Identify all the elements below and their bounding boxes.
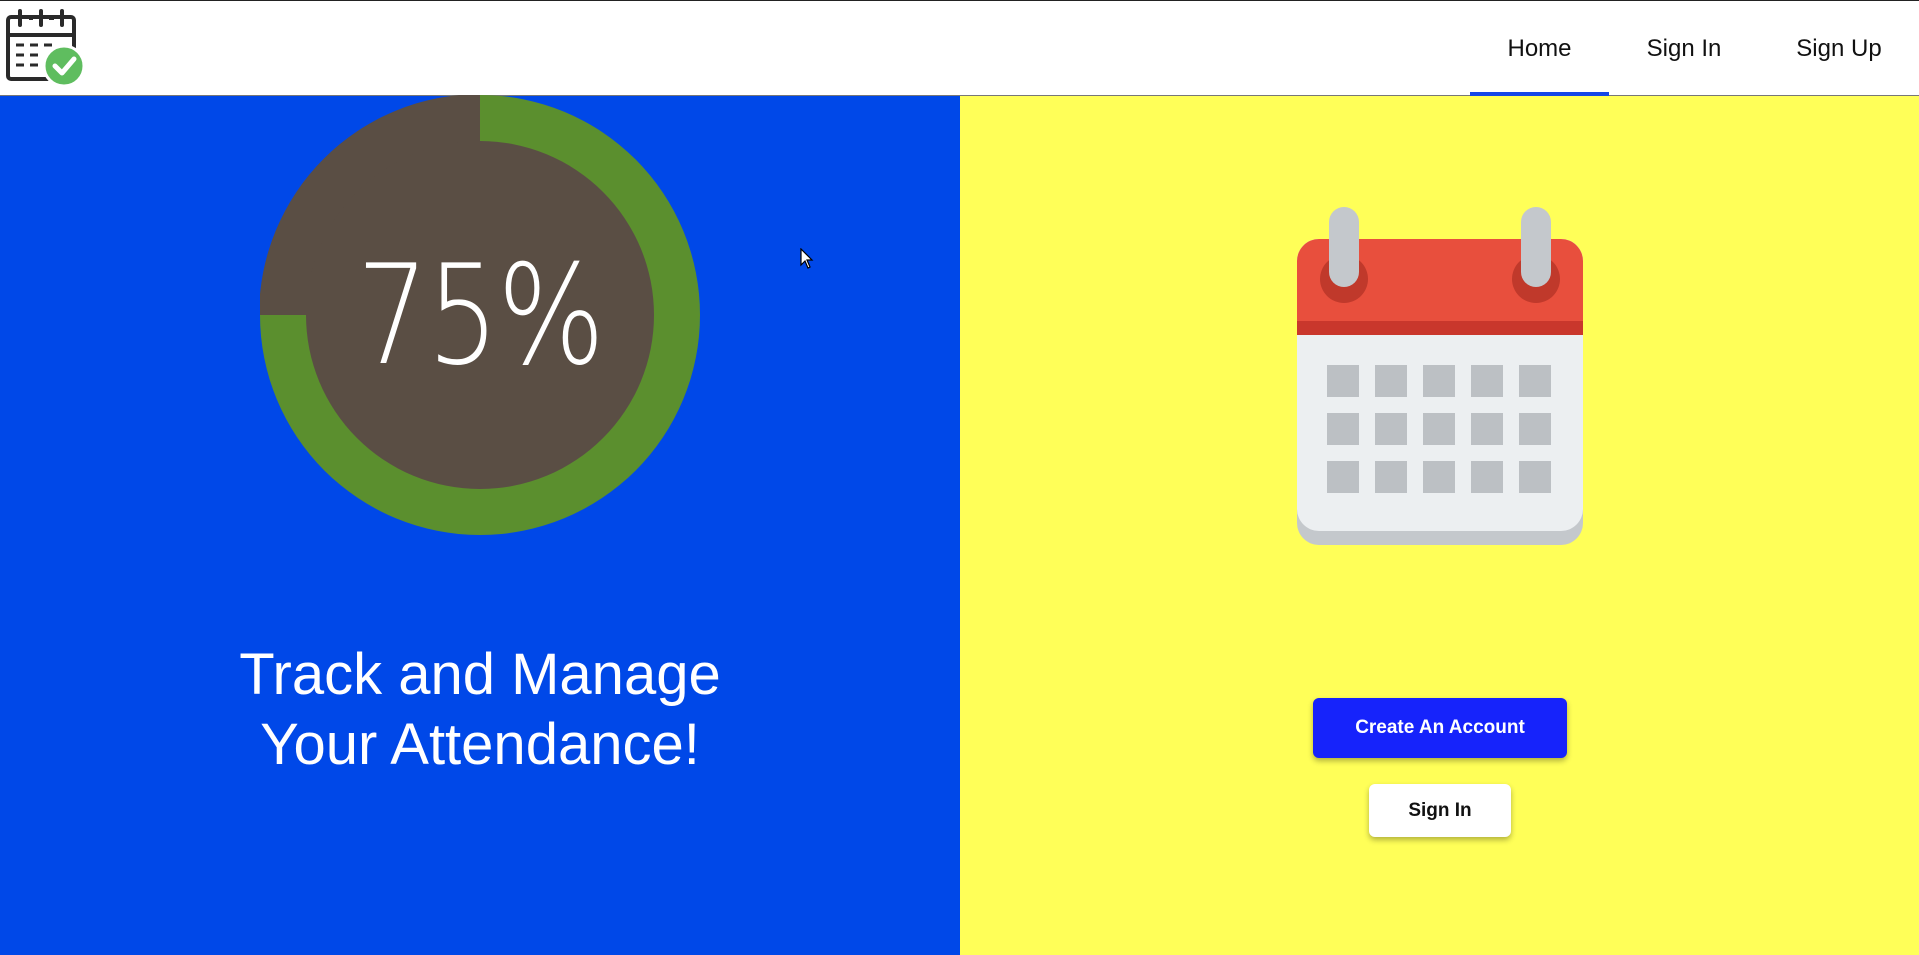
navbar: Home Sign In Sign Up <box>0 0 1919 98</box>
nav-home-label: Home <box>1507 35 1572 62</box>
progress-value: 75% <box>356 234 605 396</box>
sign-in-button[interactable]: Sign In <box>1369 784 1511 837</box>
nav-sign-up-label: Sign Up <box>1796 35 1882 62</box>
hero-headline-line1: Track and Manage <box>239 642 721 707</box>
nav-home[interactable]: Home <box>1470 1 1609 98</box>
hero-headline: Track and Manage Your Attendance! <box>130 640 830 780</box>
nav-sign-in-label: Sign In <box>1646 35 1722 62</box>
hero-headline-line2: Your Attendance! <box>260 712 700 777</box>
calendar-icon <box>1295 205 1585 545</box>
nav-links: Home Sign In Sign Up <box>1470 1 1919 98</box>
create-account-button[interactable]: Create An Account <box>1313 698 1567 758</box>
nav-sign-in[interactable]: Sign In <box>1609 1 1759 97</box>
calendar-check-icon[interactable] <box>4 9 88 89</box>
mouse-pointer-icon <box>800 247 814 270</box>
nav-sign-up[interactable]: Sign Up <box>1759 1 1919 97</box>
